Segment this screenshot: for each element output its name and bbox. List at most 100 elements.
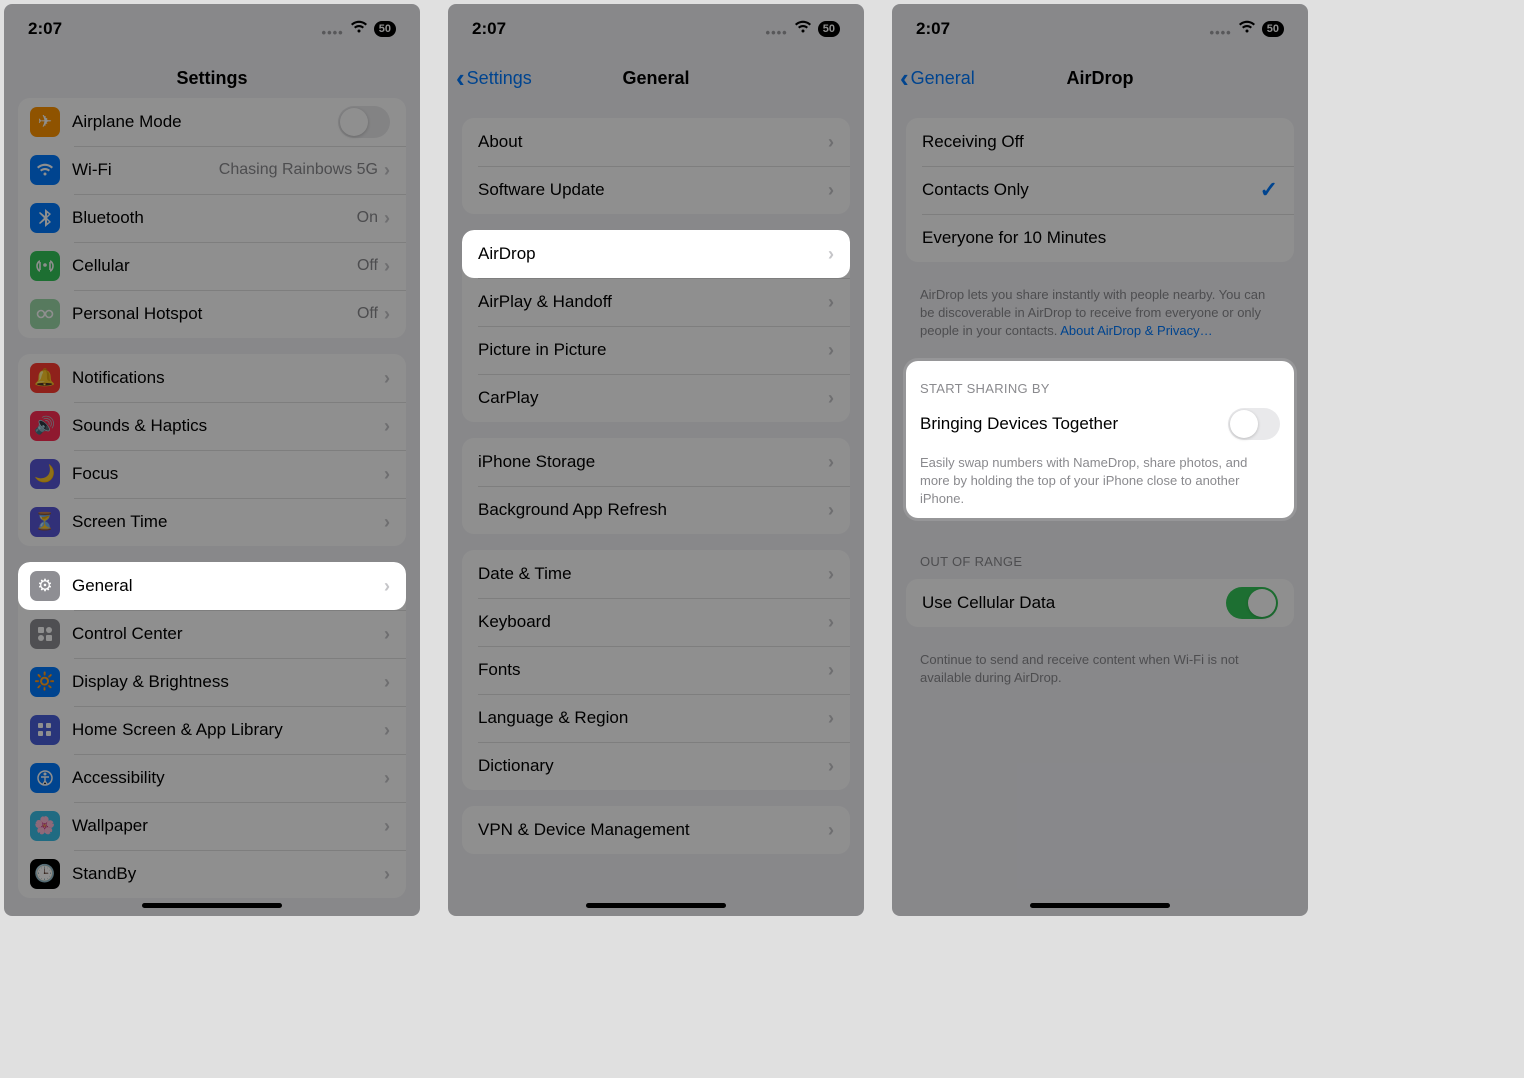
setting-row-control-center[interactable]: Control Center › (18, 610, 406, 658)
sharing-header: START SHARING BY (906, 361, 1294, 402)
connectivity-group: ✈ Airplane Mode Wi-Fi Chasing Rainbows 5… (18, 98, 406, 338)
privacy-link[interactable]: About AirDrop & Privacy… (1060, 323, 1212, 338)
setting-row-standby[interactable]: 🕒 StandBy › (18, 850, 406, 898)
row-value: Chasing Rainbows 5G (219, 161, 378, 179)
cellular-dots-icon: •••• (322, 25, 344, 40)
status-bar: 2:07 •••• 50 (448, 4, 864, 54)
general-row-about[interactable]: About › (462, 118, 850, 166)
chevron-right-icon: › (828, 452, 834, 473)
row-label: Keyboard (478, 612, 828, 632)
setting-row-homescreen[interactable]: Home Screen & App Library › (18, 706, 406, 754)
setting-row-notifications[interactable]: 🔔 Notifications › (18, 354, 406, 402)
home-indicator[interactable] (1030, 903, 1170, 908)
chevron-left-icon: ‹ (456, 65, 465, 91)
general-row-software-update[interactable]: Software Update › (462, 166, 850, 214)
setting-row-bluetooth[interactable]: Bluetooth On › (18, 194, 406, 242)
screenshot-settings: 2:07 •••• 50 Settings ✈ Airplane Mode Wi… (4, 4, 420, 916)
focus-icon: 🌙 (30, 459, 60, 489)
setting-row-sounds[interactable]: 🔊 Sounds & Haptics › (18, 402, 406, 450)
setting-row-cellular[interactable]: Cellular Off › (18, 242, 406, 290)
setting-row-accessibility[interactable]: Accessibility › (18, 754, 406, 802)
cellular-dots-icon: •••• (1210, 25, 1232, 40)
row-label: iPhone Storage (478, 452, 828, 472)
setting-row-wifi[interactable]: Wi-Fi Chasing Rainbows 5G › (18, 146, 406, 194)
general-row-airplay[interactable]: AirPlay & Handoff › (462, 278, 850, 326)
control-center-icon (30, 619, 60, 649)
home-indicator[interactable] (586, 903, 726, 908)
home-indicator[interactable] (142, 903, 282, 908)
general-row-keyboard[interactable]: Keyboard › (462, 598, 850, 646)
battery-indicator: 50 (374, 21, 396, 37)
chevron-right-icon: › (384, 816, 390, 837)
general-row-date-time[interactable]: Date & Time › (462, 550, 850, 598)
setting-row-wallpaper[interactable]: 🌸 Wallpaper › (18, 802, 406, 850)
setting-row-airplane[interactable]: ✈ Airplane Mode (18, 98, 406, 146)
accessibility-icon (30, 763, 60, 793)
general-row-background-refresh[interactable]: Background App Refresh › (462, 486, 850, 534)
cellular-dots-icon: •••• (766, 25, 788, 40)
chevron-right-icon: › (384, 416, 390, 437)
chevron-right-icon: › (828, 180, 834, 201)
receiving-footer: AirDrop lets you share instantly with pe… (892, 278, 1308, 345)
option-contacts-only[interactable]: Contacts Only ✓ (906, 166, 1294, 214)
row-label: Bringing Devices Together (920, 414, 1228, 434)
chevron-right-icon: › (384, 208, 390, 229)
setting-row-screentime[interactable]: ⏳ Screen Time › (18, 498, 406, 546)
wifi-icon (1238, 19, 1256, 39)
screenshot-general: 2:07 •••• 50 ‹ Settings General About › … (448, 4, 864, 916)
chevron-right-icon: › (384, 768, 390, 789)
toggle-use-cellular[interactable] (1226, 587, 1278, 619)
option-receiving-off[interactable]: Receiving Off (906, 118, 1294, 166)
back-button[interactable]: ‹ Settings (456, 65, 532, 91)
chevron-right-icon: › (828, 388, 834, 409)
back-button[interactable]: ‹ General (900, 65, 975, 91)
toggle-airplane[interactable] (338, 106, 390, 138)
hotspot-icon (30, 299, 60, 329)
chevron-right-icon: › (384, 304, 390, 325)
alerts-group: 🔔 Notifications › 🔊 Sounds & Haptics › 🌙… (18, 354, 406, 546)
setting-row-focus[interactable]: 🌙 Focus › (18, 450, 406, 498)
general-row-storage[interactable]: iPhone Storage › (462, 438, 850, 486)
wifi-icon (30, 155, 60, 185)
option-everyone-10min[interactable]: Everyone for 10 Minutes (906, 214, 1294, 262)
chevron-right-icon: › (384, 368, 390, 389)
chevron-right-icon: › (384, 624, 390, 645)
chevron-right-icon: › (384, 864, 390, 885)
row-use-cellular[interactable]: Use Cellular Data (906, 579, 1294, 627)
setting-row-hotspot[interactable]: Personal Hotspot Off › (18, 290, 406, 338)
chevron-right-icon: › (384, 464, 390, 485)
chevron-right-icon: › (828, 708, 834, 729)
screentime-icon: ⏳ (30, 507, 60, 537)
setting-row-general[interactable]: ⚙ General › (18, 562, 406, 610)
row-label: Software Update (478, 180, 828, 200)
row-label: Wallpaper (72, 816, 384, 836)
row-label: Fonts (478, 660, 828, 680)
range-group: Use Cellular Data (906, 579, 1294, 627)
row-label: Dictionary (478, 756, 828, 776)
nav-header: ‹ Settings General (448, 54, 864, 102)
page-title: General (622, 68, 689, 89)
row-value: Off (357, 257, 378, 275)
general-row-carplay[interactable]: CarPlay › (462, 374, 850, 422)
general-row-dictionary[interactable]: Dictionary › (462, 742, 850, 790)
locale-group: Date & Time › Keyboard › Fonts › Languag… (462, 550, 850, 790)
general-row-vpn[interactable]: VPN & Device Management › (462, 806, 850, 854)
toggle-bringing-devices[interactable] (1228, 408, 1280, 440)
row-bringing-devices[interactable]: Bringing Devices Together (906, 402, 1294, 446)
row-label: Date & Time (478, 564, 828, 584)
storage-group: iPhone Storage › Background App Refresh … (462, 438, 850, 534)
setting-row-display[interactable]: 🔆 Display & Brightness › (18, 658, 406, 706)
general-row-fonts[interactable]: Fonts › (462, 646, 850, 694)
general-row-language[interactable]: Language & Region › (462, 694, 850, 742)
row-label: Sounds & Haptics (72, 416, 384, 436)
wifi-icon (350, 19, 368, 39)
battery-indicator: 50 (818, 21, 840, 37)
row-label: Use Cellular Data (922, 593, 1226, 613)
general-row-airdrop[interactable]: AirDrop › (462, 230, 850, 278)
status-bar: 2:07 •••• 50 (892, 4, 1308, 54)
screenshot-airdrop: 2:07 •••• 50 ‹ General AirDrop Receiving… (892, 4, 1308, 916)
checkmark-icon: ✓ (1260, 177, 1278, 203)
home-screen-icon (30, 715, 60, 745)
general-row-pip[interactable]: Picture in Picture › (462, 326, 850, 374)
vpn-group: VPN & Device Management › (462, 806, 850, 854)
